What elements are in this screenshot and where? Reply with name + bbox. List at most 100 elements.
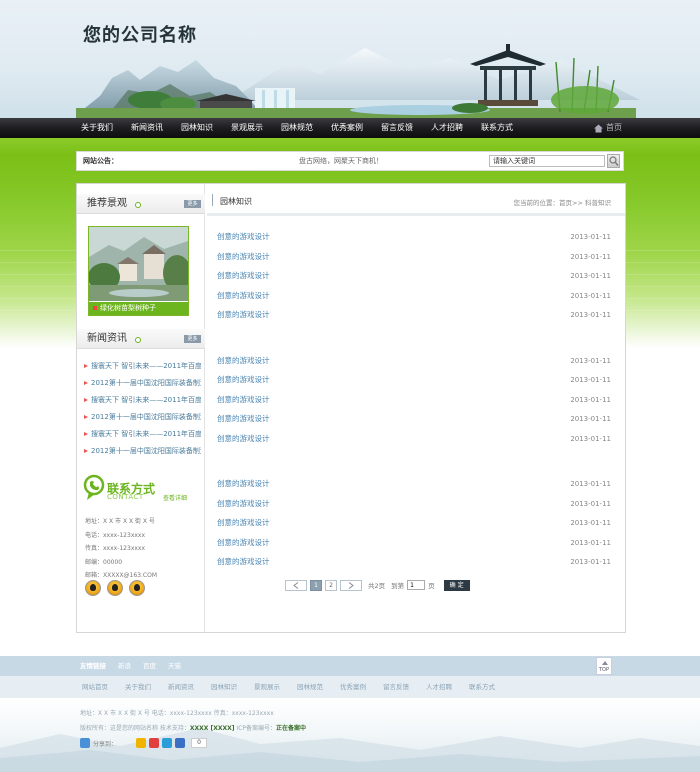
footer-link[interactable]: 联系方式 (469, 676, 495, 698)
page-number-input[interactable] (407, 580, 426, 590)
nav-item-cases[interactable]: 优秀案例 (331, 118, 363, 138)
list-item[interactable]: 2012第十一届中国沈阳国际装备制造业 (83, 375, 201, 392)
article-title[interactable]: 创意的游戏设计 (217, 231, 270, 243)
featured-landscape-card[interactable]: 绿化树苗梨树种子 (88, 226, 189, 316)
article-title[interactable]: 创意的游戏设计 (217, 498, 270, 510)
icp-label: ICP备案编号： (234, 725, 277, 732)
table-row[interactable]: 创意的游戏设计 2013-01-11 (217, 537, 611, 557)
notice-text: 盘古网络，网聚天下商机！ (299, 157, 383, 165)
article-title[interactable]: 创意的游戏设计 (217, 290, 270, 302)
news-title: 新闻资讯 (87, 333, 127, 344)
page-number-button[interactable]: 2 (325, 579, 337, 591)
nav-item-garden-knowledge[interactable]: 园林知识 (181, 118, 213, 138)
table-row[interactable]: 创意的游戏设计 2013-01-11 (217, 433, 611, 453)
qq-icon[interactable] (85, 580, 101, 596)
featured-landscape-image (89, 227, 188, 301)
table-row[interactable]: 创意的游戏设计 2013-01-11 (217, 251, 611, 271)
site-title[interactable]: 您的公司名称 (83, 21, 197, 47)
table-row[interactable]: 创意的游戏设计 2013-01-11 (217, 374, 611, 394)
footer-link[interactable]: 新闻资讯 (168, 676, 194, 698)
share-plus-icon[interactable] (80, 738, 90, 748)
article-title[interactable]: 创意的游戏设计 (217, 517, 270, 529)
table-row[interactable]: 创意的游戏设计 2013-01-11 (217, 231, 611, 251)
article-title[interactable]: 创意的游戏设计 (217, 355, 270, 367)
table-row[interactable]: 创意的游戏设计 2013-01-11 (217, 270, 611, 290)
friend-link[interactable]: 新浪 (118, 656, 131, 676)
article-title[interactable]: 创意的游戏设计 (217, 433, 270, 445)
qq-contacts (85, 580, 145, 596)
table-row[interactable]: 创意的游戏设计 2013-01-11 (217, 290, 611, 310)
tencent-weibo-icon[interactable] (162, 738, 173, 748)
article-title[interactable]: 创意的游戏设计 (217, 413, 270, 425)
next-page-button[interactable] (340, 579, 362, 591)
article-title[interactable]: 创意的游戏设计 (217, 478, 270, 490)
article-title[interactable]: 创意的游戏设计 (217, 374, 270, 386)
table-row[interactable]: 创意的游戏设计 2013-01-11 (217, 517, 611, 537)
qq-icon[interactable] (107, 580, 123, 596)
footer-link[interactable]: 人才招聘 (426, 676, 452, 698)
list-item[interactable]: 2012第十一届中国沈阳国际装备制造业 (83, 443, 201, 460)
table-row[interactable]: 创意的游戏设计 2013-01-11 (217, 413, 611, 433)
breadcrumb[interactable]: 您当前的位置：首页>> 科普知识 (514, 197, 611, 207)
friend-link[interactable]: 百度 (143, 656, 156, 676)
footer-link[interactable]: 留言反馈 (383, 676, 409, 698)
nav-item-contact[interactable]: 联系方式 (481, 118, 513, 138)
chevron-right-icon (348, 581, 354, 589)
nav-item-landscape-show[interactable]: 景观展示 (231, 118, 263, 138)
featured-caption-text: 绿化树苗梨树种子 (100, 304, 156, 312)
article-title[interactable]: 创意的游戏设计 (217, 270, 270, 282)
list-item[interactable]: 搜寰天下 智引未来——2011年百度 (83, 358, 201, 375)
search-input[interactable] (489, 155, 605, 167)
footer-link[interactable]: 园林知识 (211, 676, 237, 698)
table-row[interactable]: 创意的游戏设计 2013-01-11 (217, 478, 611, 498)
article-date: 2013-01-11 (570, 415, 611, 423)
friend-link[interactable]: 天猫 (168, 656, 181, 676)
prev-page-button[interactable] (285, 579, 307, 591)
icp-value[interactable]: 正在备案中 (276, 725, 306, 732)
list-item[interactable]: 搜寰天下 智引未来——2011年百度 (83, 392, 201, 409)
list-item[interactable]: 搜寰天下 智引未来——2011年百度 (83, 426, 201, 443)
table-row[interactable]: 创意的游戏设计 2013-01-11 (217, 556, 611, 576)
featured-caption[interactable]: 绿化树苗梨树种子 (89, 302, 188, 315)
recommend-more-button[interactable]: 更多 (184, 200, 201, 208)
contact-more-link[interactable]: 查看详细 (163, 493, 187, 502)
qq-icon[interactable] (129, 580, 145, 596)
footer-link[interactable]: 优秀案例 (340, 676, 366, 698)
article-title[interactable]: 创意的游戏设计 (217, 251, 270, 263)
footer-link[interactable]: 关于我们 (125, 676, 151, 698)
nav-item-garden-standards[interactable]: 园林规范 (281, 118, 313, 138)
back-to-top-button[interactable]: TOP (596, 657, 612, 675)
content-panel: 园林知识 您当前的位置：首页>> 科普知识 创意的游戏设计 2013-01-11 … (207, 184, 625, 632)
support-link[interactable]: XXXX [XXXX] (190, 725, 235, 732)
go-button[interactable]: 确 定 (443, 579, 470, 591)
article-date: 2013-01-11 (570, 558, 611, 566)
page-number-button[interactable]: 1 (310, 579, 322, 591)
home-link[interactable]: 首页 (594, 122, 622, 134)
contact-postcode: 邮编：00000 (85, 558, 123, 566)
table-row[interactable]: 创意的游戏设计 2013-01-11 (217, 498, 611, 518)
nav-item-feedback[interactable]: 留言反馈 (381, 118, 413, 138)
article-title[interactable]: 创意的游戏设计 (217, 537, 270, 549)
nav-item-about[interactable]: 关于我们 (81, 118, 113, 138)
article-date: 2013-01-11 (570, 252, 611, 261)
news-item-text: 2012第十一届中国沈阳国际装备制造业 (91, 379, 201, 387)
nav-item-news[interactable]: 新闻资讯 (131, 118, 163, 138)
list-item[interactable]: 2012第十一届中国沈阳国际装备制造业 (83, 409, 201, 426)
news-more-button[interactable]: 更多 (184, 335, 201, 343)
friend-links-label: 友情链接 (80, 662, 106, 670)
footer-link[interactable]: 园林规范 (297, 676, 323, 698)
footer-link[interactable]: 景观展示 (254, 676, 280, 698)
article-title[interactable]: 创意的游戏设计 (217, 394, 270, 406)
search-button[interactable] (607, 154, 620, 168)
table-row[interactable]: 创意的游戏设计 2013-01-11 (217, 355, 611, 375)
footer-link[interactable]: 网站首页 (82, 676, 108, 698)
article-title[interactable]: 创意的游戏设计 (217, 309, 270, 321)
qzone-icon[interactable] (136, 738, 147, 748)
nav-item-jobs[interactable]: 人才招聘 (431, 118, 463, 138)
article-title[interactable]: 创意的游戏设计 (217, 556, 270, 568)
table-row[interactable]: 创意的游戏设计 2013-01-11 (217, 394, 611, 414)
news-item-text: 搜寰天下 智引未来——2011年百度 (91, 396, 201, 404)
renren-icon[interactable] (175, 738, 186, 748)
table-row[interactable]: 创意的游戏设计 2013-01-11 (217, 309, 611, 329)
weibo-icon[interactable] (149, 738, 160, 748)
